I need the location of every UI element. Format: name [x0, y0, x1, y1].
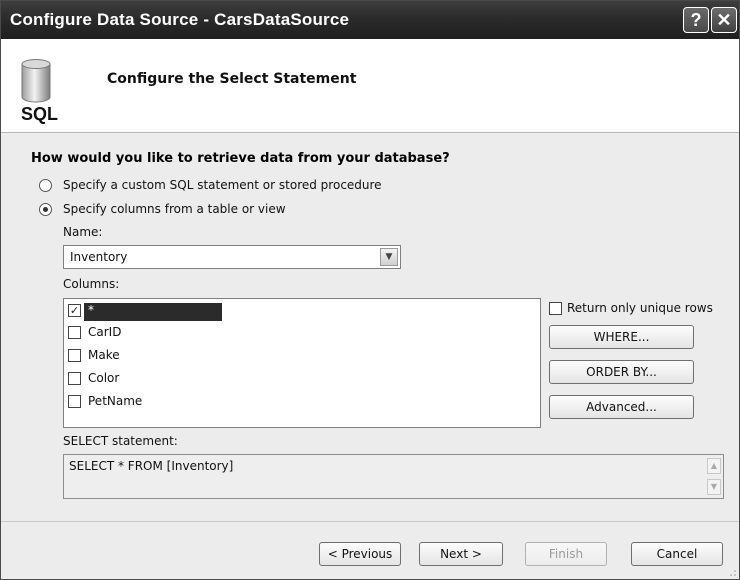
- unique-rows-checkbox[interactable]: [549, 302, 562, 315]
- column-label: *: [88, 303, 94, 317]
- advanced-button[interactable]: Advanced...: [549, 395, 694, 419]
- sql-icon-label: SQL: [21, 104, 59, 124]
- column-label: Color: [88, 371, 120, 385]
- window-title: Configure Data Source - CarsDataSource: [10, 10, 350, 29]
- column-checkbox-make[interactable]: [68, 349, 81, 362]
- order-by-button[interactable]: ORDER BY...: [549, 360, 694, 384]
- columns-list[interactable]: ✓ * CarID Make Color PetName: [63, 298, 541, 428]
- column-checkbox-carid[interactable]: [68, 326, 81, 339]
- selection-highlight: [84, 303, 222, 321]
- database-icon: [21, 59, 51, 103]
- where-button[interactable]: WHERE...: [549, 325, 694, 349]
- finish-button[interactable]: Finish: [525, 542, 607, 566]
- column-label: PetName: [88, 394, 143, 408]
- configure-data-source-dialog: Configure Data Source - CarsDataSource ?…: [0, 0, 740, 580]
- table-name-select[interactable]: Inventory ▼: [63, 245, 401, 269]
- select-statement-text: SELECT * FROM [Inventory]: [69, 459, 234, 473]
- previous-button[interactable]: < Previous: [319, 542, 401, 566]
- custom-sql-label: Specify a custom SQL statement or stored…: [63, 178, 382, 192]
- wizard-header: SQL Configure the Select Statement: [1, 39, 739, 133]
- column-checkbox-color[interactable]: [68, 372, 81, 385]
- footer-divider: [1, 521, 739, 522]
- table-columns-radio[interactable]: [39, 203, 52, 216]
- columns-label: Columns:: [63, 277, 120, 291]
- select-statement-label: SELECT statement:: [63, 434, 178, 448]
- resize-grip-icon[interactable]: [730, 570, 736, 576]
- select-statement-box[interactable]: SELECT * FROM [Inventory] ▲ ▼: [63, 454, 724, 499]
- page-title: Configure the Select Statement: [107, 71, 357, 87]
- next-button[interactable]: Next >: [419, 542, 503, 566]
- cancel-button[interactable]: Cancel: [631, 542, 723, 566]
- custom-sql-radio[interactable]: [39, 179, 52, 192]
- table-columns-label: Specify columns from a table or view: [63, 202, 286, 216]
- column-checkbox-petname[interactable]: [68, 395, 81, 408]
- name-label: Name:: [63, 225, 103, 239]
- scroll-down-icon[interactable]: ▼: [707, 479, 721, 495]
- column-label: CarID: [88, 325, 122, 339]
- help-button[interactable]: ?: [683, 7, 709, 33]
- retrieve-data-question: How would you like to retrieve data from…: [31, 151, 450, 166]
- column-checkbox-all[interactable]: ✓: [68, 304, 81, 317]
- scroll-up-icon[interactable]: ▲: [707, 458, 721, 474]
- column-label: Make: [88, 348, 120, 362]
- unique-rows-label: Return only unique rows: [567, 301, 713, 315]
- title-bar[interactable]: Configure Data Source - CarsDataSource ?…: [1, 1, 739, 39]
- chevron-down-icon[interactable]: ▼: [380, 248, 398, 266]
- close-button[interactable]: ✕: [711, 7, 737, 33]
- table-name-value: Inventory: [70, 250, 128, 264]
